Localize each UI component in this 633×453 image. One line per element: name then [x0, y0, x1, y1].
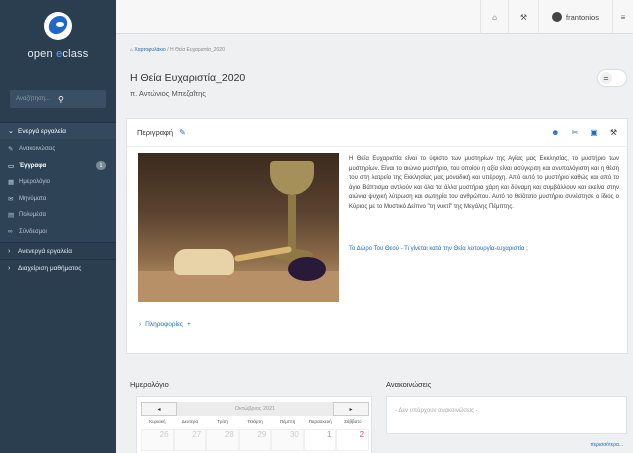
calendar-title: Ημερολόγιο [130, 380, 169, 389]
panel-header: Περιγραφή ✎ ☻ ✂ ▣ ⚒ [127, 119, 627, 147]
calendar-icon: ▦ [8, 179, 15, 187]
menu-active-tools[interactable]: ⌄ Ενεργά εργαλεία [0, 122, 116, 139]
eclass-logo-icon [44, 12, 72, 40]
wrench-icon[interactable]: ⚒ [610, 128, 617, 137]
tools-button[interactable]: ⚒ [508, 0, 538, 34]
announcements-title: Ανακοινώσεις [386, 380, 432, 389]
calendar-day[interactable]: 28 [206, 429, 239, 451]
avatar [552, 12, 563, 22]
chevron-right-icon: › [139, 321, 142, 328]
sidebar-item-messages[interactable]: ✉ Μηνύματα [0, 191, 116, 208]
calendar-prev-button[interactable]: ◂ [141, 402, 177, 416]
search-icon[interactable]: ⚲ [58, 95, 100, 104]
calendar-day[interactable]: 30 [271, 429, 304, 451]
calendar-dates: 26 27 28 29 30 1 2 [141, 429, 370, 451]
arrow-right-icon: ▸ [349, 406, 353, 413]
calendar-widget: ◂ Οκτώβριος 2021 ▸ Κυριακή Δευτέρα Τρίτη… [136, 396, 372, 453]
sidebar-item-multimedia[interactable]: ▤ Πολυμέσα [0, 207, 116, 224]
search-placeholder: Αναζήτηση... [16, 96, 50, 102]
logo-text: open eclass [27, 48, 89, 60]
description-heading: Περιγραφή [137, 128, 174, 137]
info-toggle[interactable]: › Πληροφορίες + [139, 321, 191, 328]
paperclip-icon[interactable]: ✂ [572, 128, 579, 137]
sidebar-menu: ⌄ Ενεργά εργαλεία ✎ Ανακοινώσεις ▭ Έγγρα… [0, 122, 116, 276]
active-tools-group: ✎ Ανακοινώσεις ▭ Έγγραφα 1 ▦ Ημερολόγιο … [0, 139, 116, 242]
calendar-nav: ◂ Οκτώβριος 2021 ▸ [137, 402, 373, 416]
main-content: ⌂ Χαρτοφυλάκιο / Η Θεία Ευχαριστία_2020 … [116, 34, 633, 453]
description-panel: Περιγραφή ✎ ☻ ✂ ▣ ⚒ Η Θεία Ευχαριστία εί… [126, 118, 628, 354]
panel-tools: ☻ ✂ ▣ ⚒ [551, 128, 617, 137]
calendar-day[interactable]: 2 [336, 429, 370, 451]
view-toggle[interactable]: ⚌ [598, 70, 626, 86]
link-icon: ∞ [8, 228, 13, 236]
breadcrumb-current: Η Θεία Ευχαριστία_2020 [169, 47, 225, 53]
sidebar-item-calendar[interactable]: ▦ Ημερολόγιο [0, 174, 116, 191]
home-icon: ⌂ [492, 12, 497, 22]
announcements-panel: - Δεν υπάρχουν ανακοινώσεις - [386, 396, 627, 434]
course-teacher: π. Αντώνιος Μπεζαΐτης [130, 89, 206, 98]
users-icon[interactable]: ☻ [551, 128, 559, 137]
calendar-day[interactable]: 29 [238, 429, 272, 451]
description-text: Η Θεία Ευχαριστία είναι το ύψιστο των μυ… [349, 156, 619, 210]
announcements-more-link[interactable]: περισσότερα... [590, 442, 623, 448]
wrench-icon: ⚒ [519, 12, 528, 22]
settings-button[interactable]: ≡ [612, 0, 633, 34]
course-image [138, 153, 339, 302]
logo[interactable]: open eclass [0, 0, 116, 84]
sidebar-item-links[interactable]: ∞ Σύνδεσμοι [0, 224, 116, 241]
user-menu-button[interactable]: frantonios [538, 0, 612, 34]
arrow-left-icon: ◂ [157, 406, 161, 413]
sliders-icon: ≡ [620, 12, 626, 22]
plus-icon: + [187, 321, 191, 328]
breadcrumb: ⌂ Χαρτοφυλάκιο / Η Θεία Ευχαριστία_2020 [130, 47, 225, 53]
menu-course-admin[interactable]: › Διαχείριση μαθήματος [0, 259, 116, 276]
calendar-day[interactable]: 26 [141, 429, 174, 451]
folder-icon: ▭ [8, 162, 15, 170]
announcements-empty: - Δεν υπάρχουν ανακοινώσεις - [395, 408, 478, 414]
sidebar-item-announcements[interactable]: ✎ Ανακοινώσεις [0, 141, 116, 158]
film-icon: ▤ [8, 212, 15, 220]
breadcrumb-home[interactable]: ⌂ Χαρτοφυλάκιο [130, 47, 166, 53]
description-link[interactable]: Το Δώρο Του Θεού - Τι γίνεται κατά την Θ… [349, 246, 528, 252]
sidebar-item-documents[interactable]: ▭ Έγγραφα 1 [0, 158, 116, 175]
edit-pencil-icon[interactable]: ✎ [179, 128, 186, 137]
calendar-month: Οκτώβριος 2021 [177, 402, 333, 416]
chevron-right-icon: › [8, 264, 11, 272]
menu-inactive-tools[interactable]: › Ανενεργά εργαλεία [0, 242, 116, 259]
documents-count-badge: 1 [96, 161, 106, 171]
calendar-day[interactable]: 27 [173, 429, 207, 451]
page-title: Η Θεία Ευχαριστία_2020 [130, 72, 246, 84]
toggle-knob-icon: ⚌ [600, 72, 612, 84]
chevron-right-icon: › [8, 247, 11, 255]
calendar-next-button[interactable]: ▸ [333, 402, 369, 416]
chevron-down-icon: ⌄ [8, 128, 14, 135]
clipboard-icon[interactable]: ▣ [590, 128, 598, 137]
top-bar: ⌂ ⚒ frantonios ≡ [116, 0, 633, 34]
envelope-icon: ✉ [8, 195, 14, 203]
calendar-weekdays: Κυριακή Δευτέρα Τρίτη Τετάρτη Πέμπτη Παρ… [149, 419, 362, 424]
sidebar: open eclass Αναζήτηση... ⚲ ⌄ Ενεργά εργα… [0, 0, 116, 453]
megaphone-icon: ✎ [8, 146, 14, 154]
calendar-day[interactable]: 1 [303, 429, 337, 451]
sidebar-search-input[interactable]: Αναζήτηση... ⚲ [10, 90, 106, 108]
username: frantonios [566, 12, 599, 22]
home-button[interactable]: ⌂ [480, 0, 508, 34]
